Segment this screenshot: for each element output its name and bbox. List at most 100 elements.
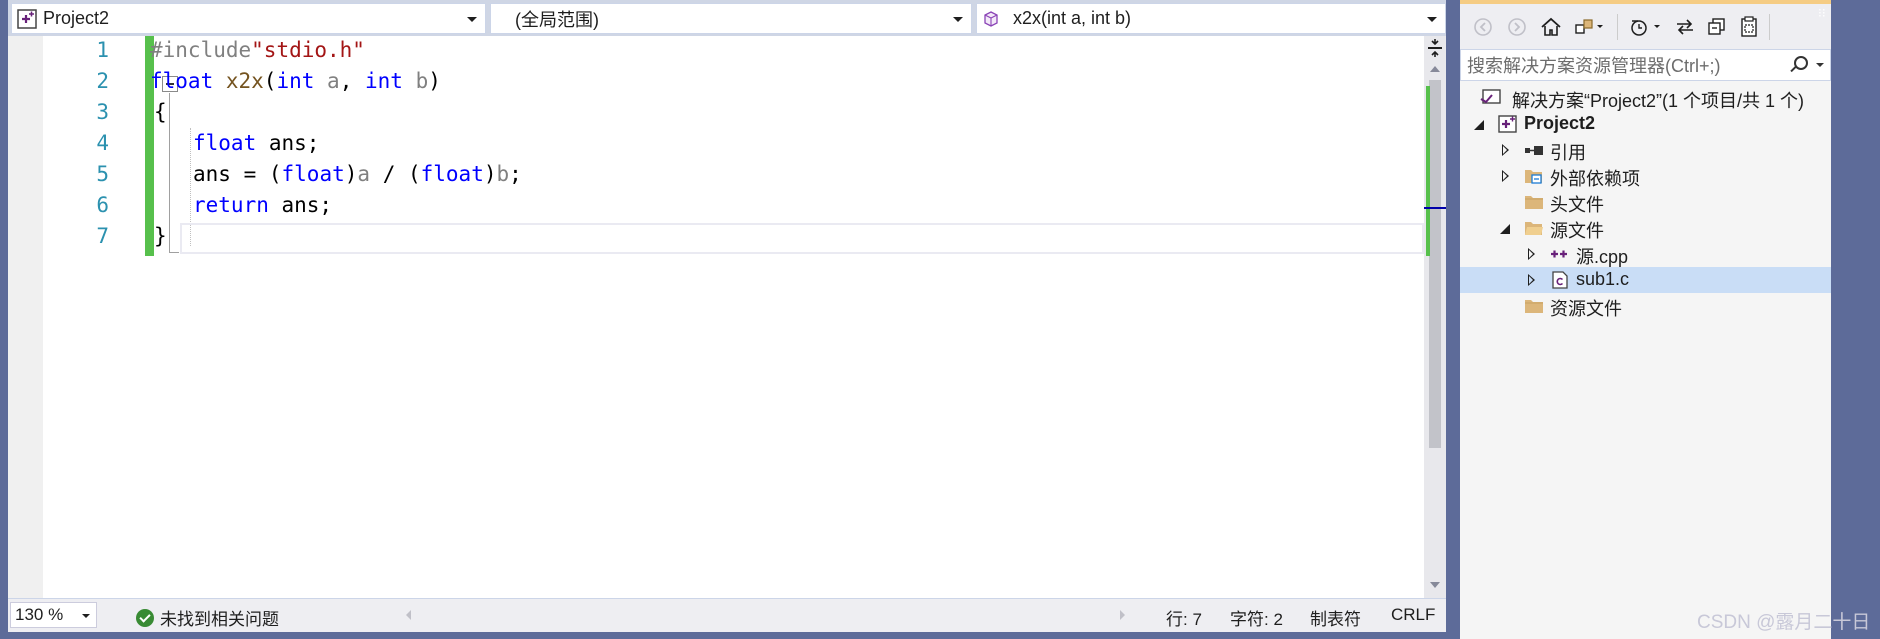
outline-line	[169, 93, 170, 253]
editor-status-bar: 130 % 未找到相关问题 行: 7 字符: 2 制表符 CRLF	[8, 598, 1446, 632]
zoom-level: 130 %	[15, 605, 64, 624]
chevron-down-icon	[953, 17, 963, 22]
window-frame-edge	[1831, 0, 1880, 639]
code-line-1[interactable]: #include"stdio.h"	[150, 35, 365, 66]
solution-search-input[interactable]: 搜索解决方案资源管理器(Ctrl+;)	[1460, 49, 1831, 81]
cpp-project-icon	[1498, 115, 1518, 133]
line-number: 7	[96, 224, 109, 248]
member-dropdown[interactable]: x2x(int a, int b)	[976, 3, 1446, 34]
line-number: 4	[96, 131, 109, 155]
toolbar-overflow-icon[interactable]: ⁝⁝	[1818, 6, 1826, 20]
editor-window: Project2 (全局范围) x2x(int a, int b) 1 2 3 …	[0, 0, 1446, 639]
scrollbar-thumb[interactable]	[1429, 80, 1441, 448]
back-icon[interactable]	[1472, 16, 1494, 38]
tree-item-label: sub1.c	[1576, 269, 1630, 289]
tree-item-label: 头文件	[1550, 195, 1604, 215]
pending-changes-icon[interactable]	[1628, 16, 1660, 38]
code-editor[interactable]: 1 2 3 4 5 6 7 #include"stdio.h" float x2…	[8, 36, 1446, 598]
switch-views-icon[interactable]	[1574, 16, 1603, 38]
home-icon[interactable]	[1540, 16, 1562, 38]
collapsed-arrow-icon[interactable]	[1502, 144, 1509, 156]
code-line-2[interactable]: float x2x(int a, int b)	[150, 66, 441, 97]
code-line-5[interactable]: ans = (float)a / (float)b;	[193, 159, 522, 190]
tree-item-resource-files[interactable]: 资源文件	[1460, 293, 1831, 319]
collapse-all-icon[interactable]	[1706, 16, 1728, 38]
collapsed-arrow-icon[interactable]	[1528, 248, 1535, 260]
line-ending-indicator[interactable]: CRLF	[1391, 605, 1435, 625]
check-circle-icon	[136, 608, 154, 627]
vertical-scrollbar[interactable]	[1424, 36, 1446, 598]
outline-end	[169, 252, 179, 253]
search-icon[interactable]	[1794, 56, 1808, 70]
line-number: 6	[96, 193, 109, 217]
code-line-3[interactable]: {	[154, 97, 167, 128]
issues-text: 未找到相关问题	[160, 610, 279, 629]
line-indicator[interactable]: 行: 7	[1166, 605, 1202, 630]
external-dependencies-icon	[1524, 167, 1544, 185]
tree-item-label: 引用	[1550, 143, 1586, 163]
scroll-down-icon[interactable]	[1430, 582, 1440, 588]
solution-tree: 解决方案“Project2”(1 个项目/共 1 个) Project2 引用 …	[1460, 82, 1831, 639]
zoom-dropdown[interactable]: 130 %	[10, 602, 97, 628]
expanded-arrow-icon[interactable]	[1500, 224, 1510, 234]
open-folder-icon	[1524, 219, 1544, 237]
project-dropdown[interactable]: Project2	[11, 3, 486, 34]
sync-icon[interactable]	[1674, 16, 1696, 38]
indent-mode-indicator[interactable]: 制表符	[1310, 605, 1361, 630]
collapsed-arrow-icon[interactable]	[1502, 170, 1509, 182]
line-number: 3	[96, 100, 109, 124]
scroll-up-icon[interactable]	[1430, 66, 1440, 72]
code-line-4[interactable]: float ans;	[193, 128, 319, 159]
split-editor-icon[interactable]	[1426, 38, 1444, 58]
caret-position-marker	[1424, 207, 1446, 209]
show-all-files-icon[interactable]	[1738, 16, 1760, 38]
tree-item-label: 资源文件	[1550, 299, 1622, 319]
scroll-right-icon[interactable]	[1120, 610, 1125, 620]
scroll-left-icon[interactable]	[406, 610, 411, 620]
tree-item-label: 源文件	[1550, 221, 1604, 241]
tree-item-label: 外部依赖项	[1550, 169, 1640, 189]
search-placeholder: 搜索解决方案资源管理器(Ctrl+;)	[1467, 56, 1721, 76]
line-number: 5	[96, 162, 109, 186]
tree-item-label: 源.cpp	[1576, 247, 1629, 267]
line-number-margin: 1 2 3 4 5 6 7	[43, 36, 153, 598]
current-line-highlight	[180, 223, 1424, 254]
tree-item-solution[interactable]: 解决方案“Project2”(1 个项目/共 1 个)	[1460, 85, 1831, 111]
tree-item-project[interactable]: Project2	[1460, 111, 1831, 137]
glyph-margin[interactable]	[8, 36, 43, 598]
tree-item-header-files[interactable]: 头文件	[1460, 189, 1831, 215]
c-file-icon	[1550, 271, 1570, 289]
references-icon	[1524, 141, 1544, 159]
code-line-6[interactable]: return ans;	[193, 190, 332, 221]
chevron-down-icon	[1427, 17, 1437, 22]
tree-item-source-cpp[interactable]: 源.cpp	[1460, 241, 1831, 267]
chevron-down-icon	[467, 17, 477, 22]
forward-icon[interactable]	[1506, 16, 1528, 38]
member-name: x2x(int a, int b)	[1013, 8, 1132, 28]
function-cube-icon	[983, 10, 999, 27]
scope-dropdown[interactable]: (全局范围)	[490, 3, 972, 34]
expanded-arrow-icon[interactable]	[1474, 120, 1484, 130]
tree-item-source-files[interactable]: 源文件	[1460, 215, 1831, 241]
toolbar-separator	[1769, 14, 1770, 40]
tree-item-label: 解决方案“Project2”(1 个项目/共 1 个)	[1512, 91, 1805, 111]
column-indicator[interactable]: 字符: 2	[1230, 605, 1283, 630]
line-number: 1	[96, 38, 109, 62]
chevron-down-icon	[82, 614, 90, 618]
folder-icon	[1524, 297, 1544, 315]
solution-explorer-toolbar	[1460, 4, 1831, 49]
cpp-file-icon	[1550, 245, 1570, 263]
collapsed-arrow-icon[interactable]	[1528, 274, 1535, 286]
chevron-down-icon[interactable]	[1816, 63, 1824, 67]
tree-item-external-deps[interactable]: 外部依赖项	[1460, 163, 1831, 189]
solution-icon	[1480, 89, 1501, 107]
scope-name: (全局范围)	[515, 9, 599, 30]
toolbar-separator	[1617, 14, 1618, 40]
line-number: 2	[96, 69, 109, 93]
issues-indicator[interactable]: 未找到相关问题	[136, 605, 279, 630]
cpp-project-icon	[17, 8, 37, 29]
folder-icon	[1524, 193, 1544, 211]
tree-item-sub1-c[interactable]: sub1.c	[1460, 267, 1831, 293]
code-line-7[interactable]: }	[154, 221, 167, 252]
tree-item-references[interactable]: 引用	[1460, 137, 1831, 163]
